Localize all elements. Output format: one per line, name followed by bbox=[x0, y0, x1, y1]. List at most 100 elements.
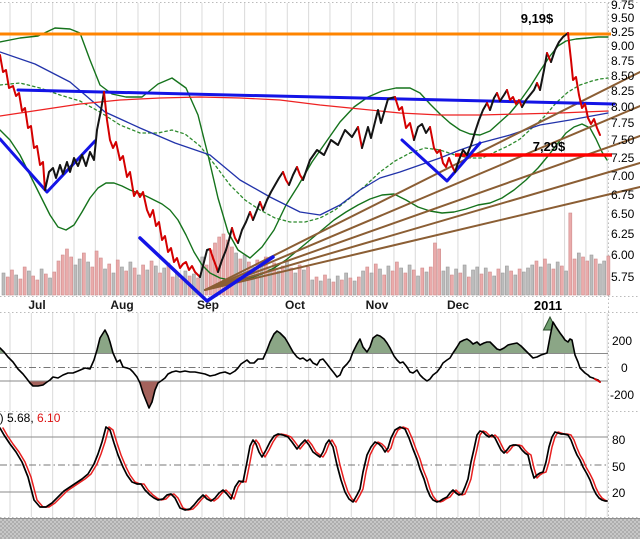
oscillator-axis-label: 200 bbox=[612, 335, 632, 347]
volume-bar bbox=[417, 276, 420, 295]
year-label: 2011 bbox=[534, 299, 562, 312]
bollinger-lower-band bbox=[0, 124, 607, 280]
volume-bar bbox=[569, 213, 572, 295]
oscillator-axis-label: -200 bbox=[610, 389, 634, 401]
volume-bar bbox=[40, 269, 43, 295]
volume-bar bbox=[362, 271, 365, 295]
month-label: Dec bbox=[447, 299, 469, 311]
chart-svg bbox=[0, 0, 640, 539]
price-axis-label: 7.75 bbox=[611, 117, 634, 129]
price-axis-label: 9.75 bbox=[611, 0, 634, 11]
volume-bar bbox=[421, 268, 424, 295]
volume-bar bbox=[349, 278, 352, 295]
price-segment-up bbox=[414, 124, 430, 140]
volume-bar bbox=[535, 261, 538, 295]
volume-bar bbox=[598, 264, 601, 295]
volume-bar bbox=[603, 261, 606, 295]
volume-bar bbox=[10, 270, 13, 295]
volume-bar bbox=[366, 267, 369, 295]
volume-bar bbox=[61, 255, 64, 295]
volume-bar bbox=[65, 249, 68, 295]
price-segment-up bbox=[238, 212, 250, 243]
volume-bar bbox=[518, 269, 521, 295]
volume-bar bbox=[340, 280, 343, 295]
volume-bar bbox=[53, 272, 56, 295]
volume-bar bbox=[442, 271, 445, 295]
price-axis-label: 9.50 bbox=[611, 12, 634, 24]
price-segment-up bbox=[289, 167, 297, 185]
volume-bar bbox=[573, 259, 576, 295]
volume-bar bbox=[150, 261, 153, 295]
volume-bar bbox=[412, 270, 415, 295]
volume-bar bbox=[353, 281, 356, 295]
price-axis-label: 6.25 bbox=[611, 228, 634, 240]
price-axis-label: 5.75 bbox=[611, 271, 634, 283]
volume-bar bbox=[607, 256, 610, 295]
volume-bar bbox=[6, 277, 9, 295]
bottom-scrollbar-area[interactable] bbox=[0, 518, 640, 539]
volume-bar bbox=[171, 277, 174, 295]
volume-bar bbox=[501, 273, 504, 295]
volume-bar bbox=[87, 262, 90, 295]
volume-bar bbox=[484, 268, 487, 295]
volume-bar bbox=[594, 259, 597, 295]
volume-bar bbox=[539, 267, 542, 295]
volume-bar bbox=[95, 251, 98, 295]
volume-bar bbox=[129, 262, 132, 295]
volume-bar bbox=[82, 253, 85, 295]
volume-bar bbox=[425, 272, 428, 295]
volume-bar bbox=[357, 277, 360, 295]
volume-bar bbox=[455, 269, 458, 295]
stochastic-label-black: 8) 5.68, bbox=[0, 411, 34, 425]
stochastic-label-red-value: 6.10 bbox=[37, 411, 60, 425]
volume-bar bbox=[36, 280, 39, 295]
volume-bar bbox=[459, 273, 462, 295]
price-axis-label: 6.75 bbox=[611, 189, 634, 201]
price-axis-label: 6.50 bbox=[611, 208, 634, 220]
volume-bar bbox=[387, 266, 390, 295]
volume-bar bbox=[446, 267, 449, 295]
price-axis-label: 8.50 bbox=[611, 70, 634, 82]
volume-bar bbox=[527, 268, 530, 295]
price-segment-down bbox=[0, 55, 45, 190]
volume-bar bbox=[125, 271, 128, 295]
price-segment-up bbox=[362, 97, 395, 148]
price-axis-label: 6.00 bbox=[611, 249, 634, 261]
price-segment-down bbox=[297, 167, 303, 180]
volume-bar bbox=[180, 279, 183, 295]
month-label: Nov bbox=[366, 299, 389, 311]
volume-bar bbox=[298, 265, 301, 295]
price-segment-up bbox=[551, 33, 568, 62]
volume-bar bbox=[522, 272, 525, 295]
volume-bar bbox=[565, 271, 568, 295]
volume-bar bbox=[336, 276, 339, 295]
volume-bar bbox=[514, 275, 517, 295]
volume-bar bbox=[70, 257, 73, 295]
volume-bar bbox=[230, 247, 233, 295]
volume-bar bbox=[133, 268, 136, 295]
volume-bar bbox=[302, 270, 305, 295]
volume-bar bbox=[15, 275, 18, 295]
volume-bar bbox=[556, 262, 559, 295]
volume-bar bbox=[99, 258, 102, 295]
volume-bar bbox=[370, 273, 373, 295]
volume-bar bbox=[493, 276, 496, 295]
price-annotation-resistance: 9,19$ bbox=[521, 11, 554, 26]
stochastic-k-line bbox=[0, 427, 607, 510]
volume-bar bbox=[505, 266, 508, 295]
volume-bar bbox=[315, 277, 318, 295]
price-axis-label: 7.50 bbox=[611, 134, 634, 146]
volume-bar bbox=[480, 274, 483, 295]
price-axis-label: 7.00 bbox=[611, 170, 634, 182]
volume-bar bbox=[307, 267, 310, 295]
volume-bar bbox=[586, 261, 589, 295]
price-axis-label: 8.75 bbox=[611, 55, 634, 67]
price-segment-up bbox=[253, 202, 260, 220]
volume-bar bbox=[78, 259, 81, 295]
price-axis-label: 7.25 bbox=[611, 152, 634, 164]
volume-bar bbox=[175, 273, 178, 295]
price-axis-label: 9.00 bbox=[611, 40, 634, 52]
volume-bar bbox=[19, 279, 22, 295]
volume-bar bbox=[590, 255, 593, 295]
stochastic-axis-label: 20 bbox=[612, 487, 625, 499]
